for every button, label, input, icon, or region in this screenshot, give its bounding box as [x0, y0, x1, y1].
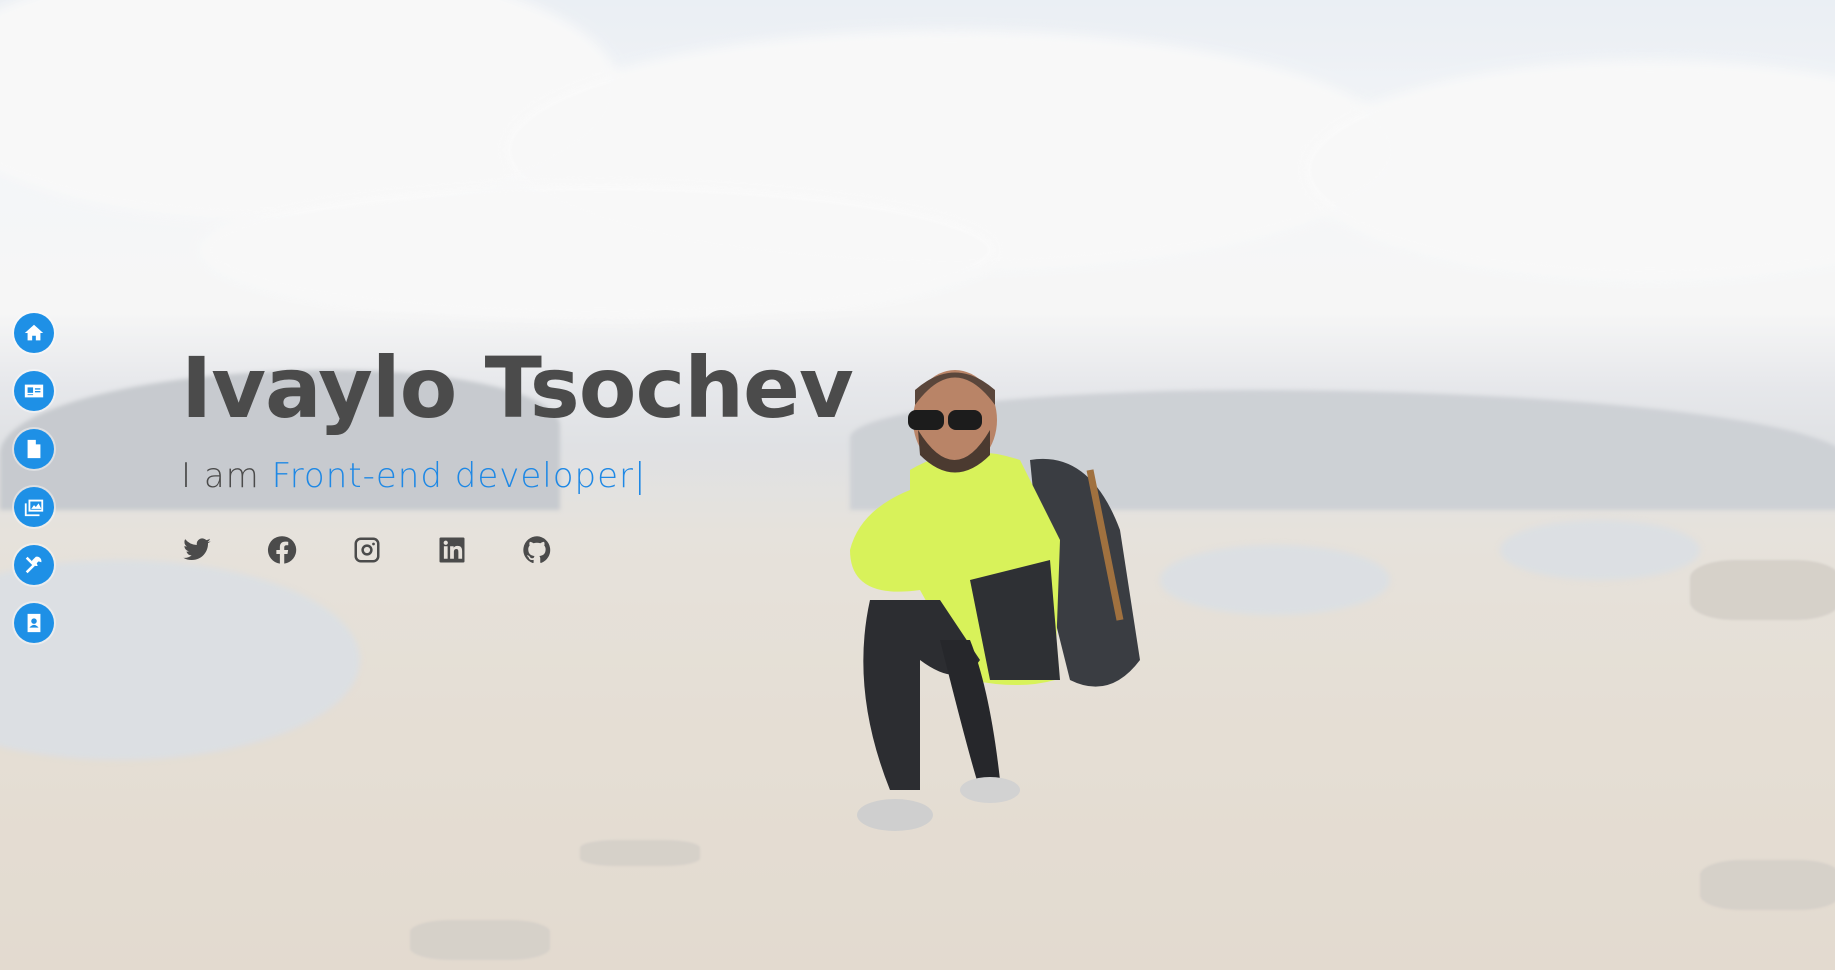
linkedin-link[interactable] [436, 534, 468, 566]
linkedin-icon [439, 537, 465, 563]
tools-icon [25, 556, 42, 574]
images-icon [24, 499, 44, 517]
instagram-link[interactable] [351, 534, 383, 566]
instagram-icon [354, 537, 380, 563]
typing-caret: | [634, 456, 647, 497]
hero-intro: I am [181, 456, 260, 497]
nav-home-button[interactable] [14, 313, 54, 353]
nav-resume-button[interactable] [14, 429, 54, 469]
facebook-link[interactable] [266, 534, 298, 566]
hero-name: Ivaylo Tsochev [181, 339, 854, 437]
facebook-icon [267, 536, 297, 565]
side-navigation [14, 313, 54, 643]
file-icon [27, 439, 41, 459]
twitter-icon [183, 538, 211, 561]
person-photo [850, 370, 1140, 831]
hero-subtitle: I am Front-end developer| [181, 456, 853, 496]
nav-contact-button[interactable] [14, 603, 54, 643]
address-book-icon [27, 613, 41, 633]
nav-portfolio-button[interactable] [14, 487, 54, 527]
nav-services-button[interactable] [14, 545, 54, 585]
social-links [181, 534, 853, 566]
github-icon [523, 536, 551, 564]
nav-about-button[interactable] [14, 371, 54, 411]
hero-role-typed: Front-end developer [271, 456, 634, 497]
hero-section: Ivaylo Tsochev I am Front-end developer| [181, 339, 854, 566]
github-link[interactable] [521, 534, 553, 566]
twitter-link[interactable] [181, 534, 213, 566]
home-icon [24, 324, 44, 341]
id-card-icon [24, 384, 44, 398]
